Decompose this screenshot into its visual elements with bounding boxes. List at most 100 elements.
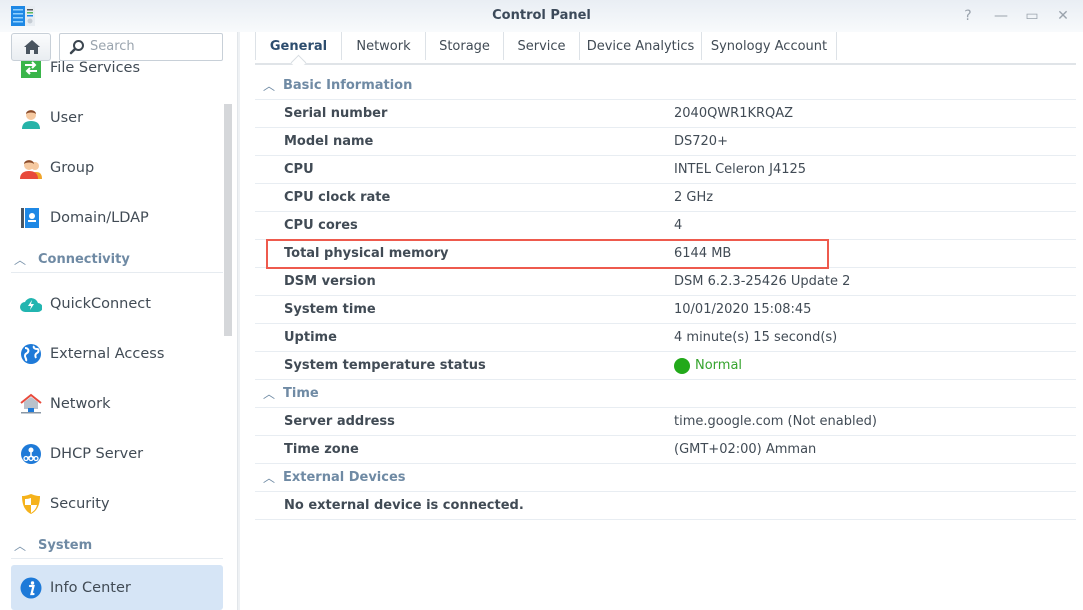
tab-storage[interactable]: Storage (425, 32, 503, 60)
shield-icon (20, 493, 42, 515)
group-icon (20, 157, 42, 179)
info-row-time-zone: Time zone (GMT+02:00) Amman (255, 436, 1076, 464)
chevron-up-icon: ︿ (263, 387, 276, 401)
row-key: Total physical memory (284, 246, 449, 261)
sidebar-item-domain-ldap[interactable]: Domain/LDAP (11, 196, 223, 240)
row-value: DSM 6.2.3-25426 Update 2 (674, 274, 851, 289)
network-house-icon (20, 393, 42, 415)
status-text: Normal (695, 358, 743, 373)
tab-device-analytics[interactable]: Device Analytics (579, 32, 701, 60)
sidebar-scrollbar[interactable] (224, 104, 232, 336)
row-value: 6144 MB (674, 246, 732, 261)
sidebar-item-dhcp-server[interactable]: DHCP Server (11, 432, 223, 476)
sidebar-section-label: Connectivity (38, 252, 130, 267)
main-panel: General Network Storage Service Device A… (240, 32, 1083, 610)
domain-ldap-icon (20, 207, 42, 229)
info-row-server-address: Server address time.google.com (Not enabl… (255, 408, 1076, 436)
info-row-external-devices-message: No external device is connected. (255, 492, 1076, 520)
search-field[interactable] (59, 33, 223, 61)
help-button[interactable]: ? (958, 6, 978, 26)
empty-message: No external device is connected. (284, 498, 524, 513)
sidebar-section-connectivity[interactable]: ︿ Connectivity (11, 247, 223, 273)
chevron-up-icon: ︿ (14, 539, 27, 553)
info-row-uptime: Uptime 4 minute(s) 15 second(s) (255, 324, 1076, 352)
tab-synology-account[interactable]: Synology Account (701, 32, 837, 60)
sidebar-item-label: User (50, 110, 84, 126)
quickconnect-icon (20, 293, 42, 315)
row-key: Uptime (284, 330, 337, 345)
tab-label: Service (517, 38, 566, 54)
tab-general[interactable]: General (255, 32, 341, 60)
row-value: 2040QWR1KRQAZ (674, 106, 794, 121)
sidebar-item-label: External Access (50, 346, 165, 362)
close-button[interactable]: ✕ (1053, 6, 1073, 26)
sidebar-section-system[interactable]: ︿ System (11, 533, 223, 559)
section-time[interactable]: ︿ Time (255, 380, 1076, 408)
info-row-system-temperature-status: System temperature status Normal (255, 352, 1076, 380)
dhcp-server-icon (20, 443, 42, 465)
search-icon (69, 40, 84, 55)
sidebar-item-network[interactable]: Network (11, 382, 223, 426)
tab-service[interactable]: Service (503, 32, 579, 60)
sidebar-section-label: System (38, 538, 93, 553)
row-key: System temperature status (284, 358, 486, 373)
sidebar-item-quickconnect[interactable]: QuickConnect (11, 282, 223, 326)
chevron-up-icon: ︿ (263, 471, 276, 485)
maximize-button[interactable]: ▭ (1022, 6, 1042, 26)
sidebar-item-label: Domain/LDAP (50, 210, 149, 226)
row-value: (GMT+02:00) Amman (674, 442, 817, 457)
sidebar-item-security[interactable]: Security (11, 482, 223, 526)
sidebar-item-label: Info Center (50, 579, 131, 596)
row-key: System time (284, 302, 376, 317)
row-value: 4 minute(s) 15 second(s) (674, 330, 838, 345)
row-key: DSM version (284, 274, 376, 289)
row-key: Time zone (284, 442, 359, 457)
row-value: 4 (674, 218, 683, 233)
maximize-icon: ▭ (1025, 8, 1039, 24)
chevron-up-icon: ︿ (263, 79, 276, 93)
globe-icon (20, 343, 42, 365)
info-row-total-physical-memory: Total physical memory 6144 MB (255, 240, 1076, 268)
info-row-cpu-clock-rate: CPU clock rate 2 GHz (255, 184, 1076, 212)
sidebar-item-info-center[interactable]: Info Center (11, 565, 223, 610)
section-title: External Devices (283, 470, 406, 485)
sidebar-item-label: DHCP Server (50, 446, 144, 462)
sidebar: File Services User Group Domain/LDAP ︿ C… (0, 32, 237, 610)
row-key: CPU (284, 162, 314, 177)
close-icon: ✕ (1057, 8, 1069, 24)
row-value: Normal (674, 357, 743, 374)
help-icon: ? (964, 8, 972, 24)
tab-network[interactable]: Network (341, 32, 425, 60)
row-key: Serial number (284, 106, 388, 121)
info-row-serial-number: Serial number 2040QWR1KRQAZ (255, 100, 1076, 128)
tab-label: Device Analytics (586, 38, 695, 54)
row-value: INTEL Celeron J4125 (674, 162, 807, 177)
section-external-devices[interactable]: ︿ External Devices (255, 464, 1076, 492)
info-icon (20, 577, 42, 599)
row-key: Model name (284, 134, 374, 149)
section-basic-information[interactable]: ︿ Basic Information (255, 72, 1076, 100)
search-input[interactable] (90, 39, 218, 54)
minimize-button[interactable]: — (991, 6, 1011, 26)
info-row-model-name: Model name DS720+ (255, 128, 1076, 156)
row-key: CPU clock rate (284, 190, 391, 205)
sidebar-item-external-access[interactable]: External Access (11, 332, 223, 376)
section-title: Basic Information (283, 78, 413, 93)
minimize-icon: — (994, 8, 1008, 24)
home-button[interactable] (11, 33, 51, 61)
row-value: time.google.com (Not enabled) (674, 414, 877, 429)
row-value: 10/01/2020 15:08:45 (674, 302, 812, 317)
sidebar-item-label: Security (50, 496, 110, 512)
title-bar: Control Panel ? — ▭ ✕ (0, 0, 1083, 32)
sidebar-item-group[interactable]: Group (11, 146, 223, 190)
sidebar-item-label: Network (50, 396, 111, 412)
row-value: 2 GHz (674, 190, 714, 205)
tab-bar: General Network Storage Service Device A… (255, 32, 1076, 65)
sidebar-item-user[interactable]: User (11, 96, 223, 140)
row-value: DS720+ (674, 134, 728, 149)
tab-label: General (269, 38, 328, 54)
tab-label: Network (356, 38, 411, 54)
sidebar-item-label: File Services (50, 60, 141, 76)
info-row-system-time: System time 10/01/2020 15:08:45 (255, 296, 1076, 324)
tab-label: Synology Account (710, 38, 828, 54)
